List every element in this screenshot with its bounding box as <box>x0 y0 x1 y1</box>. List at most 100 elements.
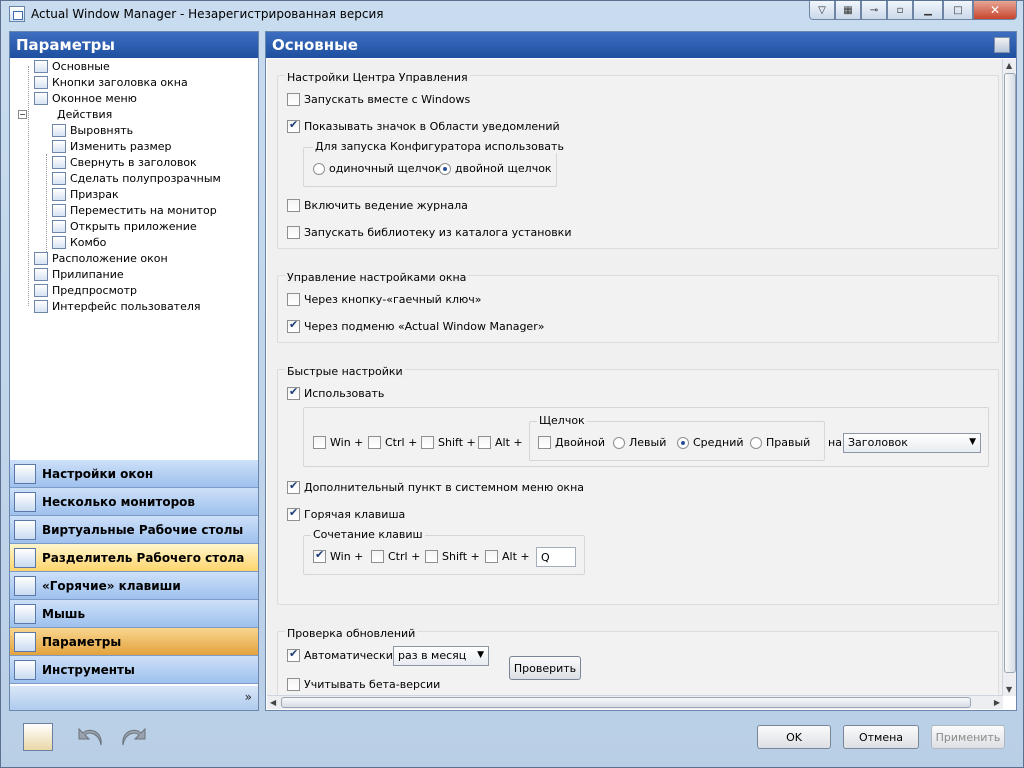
tree-item-preview[interactable]: Предпросмотр <box>34 282 137 298</box>
launch-mode-title: Для запуска Конфигуратора использовать <box>313 140 566 153</box>
apply-button[interactable]: Применить <box>931 725 1005 749</box>
collapse-icon[interactable]: − <box>18 109 27 119</box>
nav-mouse[interactable]: Мышь <box>10 600 258 628</box>
check-updates-button[interactable]: Проверить <box>509 656 581 680</box>
left-button-radio[interactable]: Левый <box>613 436 666 449</box>
auto-update-checkbox[interactable]: Автоматически <box>287 647 393 662</box>
rollup-action-icon <box>52 155 66 169</box>
minimize-button[interactable]: ▁ <box>913 1 943 20</box>
vertical-scrollbar[interactable]: ▲ ▼ <box>1002 59 1016 696</box>
middle-button-radio[interactable]: Средний <box>677 436 744 449</box>
hotkey-win-checkbox[interactable]: Win + <box>313 548 363 563</box>
scroll-down-icon[interactable]: ▼ <box>1006 685 1012 694</box>
hotkey-shift-checkbox[interactable]: Shift + <box>425 550 480 563</box>
beta-checkbox[interactable]: Учитывать бета-версии <box>287 678 440 691</box>
maximize-button[interactable]: □ <box>943 1 973 20</box>
hotkey-alt-checkbox[interactable]: Alt + <box>485 550 530 563</box>
tree-item-actions[interactable]: − Действия <box>18 106 112 122</box>
move-monitor-icon <box>52 203 66 217</box>
help-icon[interactable] <box>23 723 53 751</box>
double-click-checkbox[interactable]: Двойной <box>538 436 605 449</box>
ok-button[interactable]: OK <box>757 725 831 749</box>
single-click-radio[interactable]: одиночный щелчок <box>313 162 441 175</box>
close-button[interactable]: ✕ <box>973 1 1017 20</box>
tray-icon-checkbox[interactable]: Показывать значок в Области уведомлений <box>287 118 560 133</box>
hotkey-key-input[interactable]: Q <box>536 547 576 567</box>
horizontal-scroll-thumb[interactable] <box>281 697 971 708</box>
quick-win-checkbox[interactable]: Win + <box>313 436 363 449</box>
cancel-button[interactable]: Отмена <box>843 725 919 749</box>
sysmenu-checkbox[interactable]: Дополнительный пункт в системном меню ок… <box>287 479 584 494</box>
virtual-desktops-icon <box>14 519 36 540</box>
tree-item-ghost[interactable]: Призрак <box>52 186 119 202</box>
vertical-scroll-thumb[interactable] <box>1004 73 1016 673</box>
pin-icon[interactable]: ⊸ <box>861 1 887 20</box>
tree-item-osnovnye[interactable]: Основные <box>34 58 110 74</box>
nav-hotkeys[interactable]: «Горячие» клавиши <box>10 572 258 600</box>
tree-item-resize[interactable]: Изменить размер <box>52 138 172 154</box>
title-bar: Actual Window Manager - Незарегистрирова… <box>1 1 1023 27</box>
nav-parameters[interactable]: Параметры <box>10 628 258 656</box>
redo-icon[interactable] <box>117 725 147 753</box>
desktop-divider-icon <box>14 547 36 568</box>
scroll-right-icon[interactable]: ▶ <box>994 698 1000 707</box>
scroll-up-icon[interactable]: ▲ <box>1006 61 1012 70</box>
quick-settings-use-checkbox[interactable]: Использовать <box>287 385 384 400</box>
wrench-icon[interactable] <box>994 37 1010 53</box>
logging-checkbox[interactable]: Включить ведение журнала <box>287 199 468 212</box>
ghost-icon <box>52 187 66 201</box>
tree-item-layout[interactable]: Расположение окон <box>34 250 168 266</box>
tree-item-ui[interactable]: Интерфейс пользователя <box>34 298 201 314</box>
rollup-icon[interactable]: ▽ <box>809 1 835 20</box>
hotkey-ctrl-checkbox[interactable]: Ctrl + <box>371 550 420 563</box>
update-frequency-select[interactable]: раз в месяц ▼ <box>393 646 489 666</box>
submenu-checkbox[interactable]: Через подменю «Actual Window Manager» <box>287 318 544 333</box>
library-install-dir-checkbox[interactable]: Запускать библиотеку из каталога установ… <box>287 226 571 239</box>
dropdown-arrow-icon: ▼ <box>969 437 976 447</box>
mouse-icon <box>14 603 36 624</box>
tree-item-title-buttons[interactable]: Кнопки заголовка окна <box>34 74 188 90</box>
quick-alt-checkbox[interactable]: Alt + <box>478 436 523 449</box>
tree-item-window-menu[interactable]: Оконное меню <box>34 90 137 106</box>
right-pane-header: Основные <box>266 32 1016 58</box>
autostart-checkbox[interactable]: Запускать вместе с Windows <box>287 93 470 106</box>
scroll-left-icon[interactable]: ◀ <box>270 698 276 707</box>
quick-ctrl-checkbox[interactable]: Ctrl + <box>368 436 417 449</box>
nav-tools[interactable]: Инструменты <box>10 656 258 684</box>
tree-item-move-monitor[interactable]: Переместить на монитор <box>52 202 217 218</box>
snap-icon <box>34 267 48 281</box>
left-pane: Параметры Основные Кнопки заголовка окна… <box>9 31 259 711</box>
wrench-button-checkbox[interactable]: Через кнопку-«гаечный ключ» <box>287 293 482 306</box>
title-buttons: ▽ ▦ ⊸ ▫ ▁ □ ✕ <box>809 1 1017 21</box>
horizontal-scrollbar[interactable]: ◀ ▶ <box>267 695 1003 709</box>
group-updates-title: Проверка обновлений <box>285 627 418 640</box>
right-button-radio[interactable]: Правый <box>750 436 810 449</box>
bottom-bar: OK Отмена Применить <box>1 715 1023 767</box>
restore-down-icon[interactable]: ▫ <box>887 1 913 20</box>
tools-icon <box>14 659 36 680</box>
nav-multi-monitor[interactable]: Несколько мониторов <box>10 488 258 516</box>
transparency-icon[interactable]: ▦ <box>835 1 861 20</box>
tree-item-snap[interactable]: Прилипание <box>34 266 124 282</box>
resize-icon <box>52 139 66 153</box>
chevron-expand-icon[interactable]: » <box>245 690 252 704</box>
hotkey-checkbox[interactable]: Горячая клавиша <box>287 506 405 521</box>
tree-item-open-app[interactable]: Открыть приложение <box>52 218 197 234</box>
nav-window-settings[interactable]: Настройки окон <box>10 460 258 488</box>
preview-icon <box>34 283 48 297</box>
undo-icon[interactable] <box>77 725 107 753</box>
right-pane: Основные Настройки Центра Управления Зап… <box>265 31 1017 711</box>
double-click-radio[interactable]: двойной щелчок <box>439 162 552 175</box>
quick-shift-checkbox[interactable]: Shift + <box>421 436 476 449</box>
layout-icon <box>34 251 48 265</box>
settings-tree: Основные Кнопки заголовка окна Оконное м… <box>10 58 258 482</box>
click-target-select[interactable]: Заголовок ▼ <box>843 433 981 453</box>
tree-item-combo[interactable]: Комбо <box>52 234 106 250</box>
tree-item-transparent[interactable]: Сделать полупрозрачным <box>52 170 221 186</box>
tree-item-align[interactable]: Выровнять <box>52 122 133 138</box>
nav-desktop-divider[interactable]: Разделитель Рабочего стола <box>10 544 258 572</box>
window-title: Actual Window Manager - Незарегистрирова… <box>31 7 384 21</box>
group-quick-settings-title: Быстрые настройки <box>285 365 405 378</box>
nav-virtual-desktops[interactable]: Виртуальные Рабочие столы <box>10 516 258 544</box>
tree-item-rollup[interactable]: Свернуть в заголовок <box>52 154 197 170</box>
